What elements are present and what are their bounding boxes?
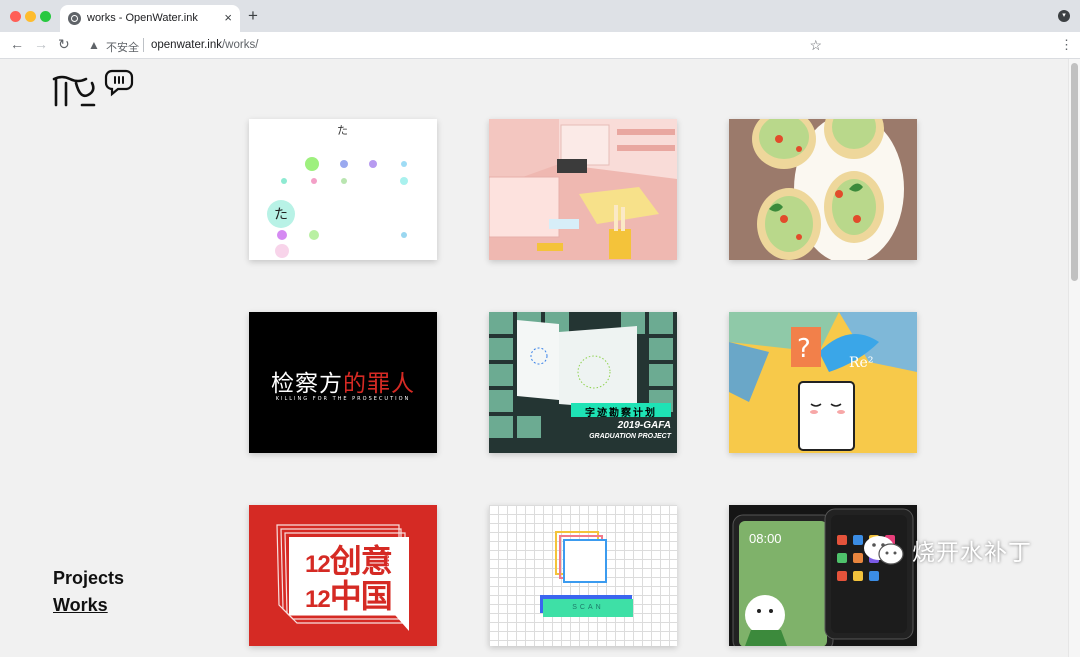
scan-button: SCAN (543, 599, 633, 617)
work-thumbnail-phone-theme[interactable]: 08:00 (729, 505, 917, 646)
tab-strip: works - OpenWater.ink × + ▾ (0, 0, 1080, 32)
work-thumbnail-graduation-project[interactable]: 字迹勘察计划 2019-GAFA GRADUATION PROJECT (489, 312, 677, 453)
wechat-icon (864, 536, 904, 565)
work-thumbnail-hiragana[interactable]: た た (249, 119, 437, 260)
security-label[interactable]: 不安全 (106, 39, 139, 55)
tab-search-icon[interactable]: ▾ (1058, 10, 1070, 22)
close-window-button[interactable] (10, 11, 21, 22)
work-thumbnail-avocado-toast[interactable] (729, 119, 917, 260)
project-caption: GRADUATION PROJECT (589, 433, 671, 440)
forward-icon[interactable]: → (34, 36, 48, 52)
watermark-label: 烧开水补丁 (912, 539, 1032, 565)
work-thumbnail-scan[interactable]: SCAN (489, 505, 677, 646)
globe-icon (68, 12, 81, 25)
divider (143, 38, 144, 52)
bookmark-star-icon[interactable]: ☆ (809, 37, 822, 54)
tab-title: works - OpenWater.ink (87, 12, 198, 24)
film-title: 检察方的罪人 (271, 371, 415, 397)
nav-link-works[interactable]: Works (53, 592, 124, 619)
reload-icon[interactable]: ↻ (58, 36, 70, 52)
close-tab-icon[interactable]: × (224, 10, 232, 25)
svg-text:?: ? (797, 334, 811, 364)
url-text[interactable]: openwater.ink/works/ (151, 39, 258, 51)
work-thumbnail-3d-room[interactable] (489, 119, 677, 260)
address-bar[interactable]: ▲ 不安全 openwater.ink/works/ ☆ (80, 34, 830, 56)
project-banner: 字迹勘察计划 (585, 408, 657, 419)
site-nav: Projects Works (53, 565, 124, 619)
menu-dots-icon[interactable]: ⋮ (1060, 37, 1073, 53)
minimize-window-button[interactable] (25, 11, 36, 22)
work-thumbnail-film-title[interactable]: 检察方的罪人 KILLING FOR THE PROSECUTION (249, 312, 437, 453)
warning-icon[interactable]: ▲ (88, 38, 100, 52)
creative-china-line-1: 12创意 (305, 543, 393, 579)
back-icon[interactable]: ← (10, 36, 24, 52)
film-subtitle: KILLING FOR THE PROSECUTION (275, 396, 411, 402)
new-tab-button[interactable]: + (248, 7, 258, 24)
watermark: 烧开水补丁 (862, 533, 1032, 567)
project-year: 2019-GAFA (617, 420, 671, 431)
scrollbar-thumb[interactable] (1071, 63, 1078, 281)
work-thumbnail-illustration[interactable]: ? Re² (729, 312, 917, 453)
svg-text:Re²: Re² (849, 355, 873, 371)
browser-tab[interactable]: works - OpenWater.ink × (60, 5, 240, 32)
work-thumbnail-creative-china[interactable]: 12创意 12中国 2018 (249, 505, 437, 646)
maximize-window-button[interactable] (40, 11, 51, 22)
svg-text:た: た (274, 207, 288, 223)
page-content: た た 检察方的罪人 KILLING FOR THE PROSECUTION 字… (0, 59, 1068, 657)
phone-clock: 08:00 (749, 531, 782, 546)
page-scrollbar[interactable] (1068, 59, 1080, 657)
openwater-logo[interactable] (52, 69, 134, 107)
scan-frame-blue (563, 539, 607, 583)
svg-text:た: た (337, 124, 348, 137)
nav-link-projects[interactable]: Projects (53, 565, 124, 592)
creative-china-year: 2018 (382, 551, 389, 567)
creative-china-line-2: 12中国 (305, 578, 393, 614)
browser-toolbar: ← → ↻ ▲ 不安全 openwater.ink/works/ ☆ ⋮ (0, 32, 1080, 85)
